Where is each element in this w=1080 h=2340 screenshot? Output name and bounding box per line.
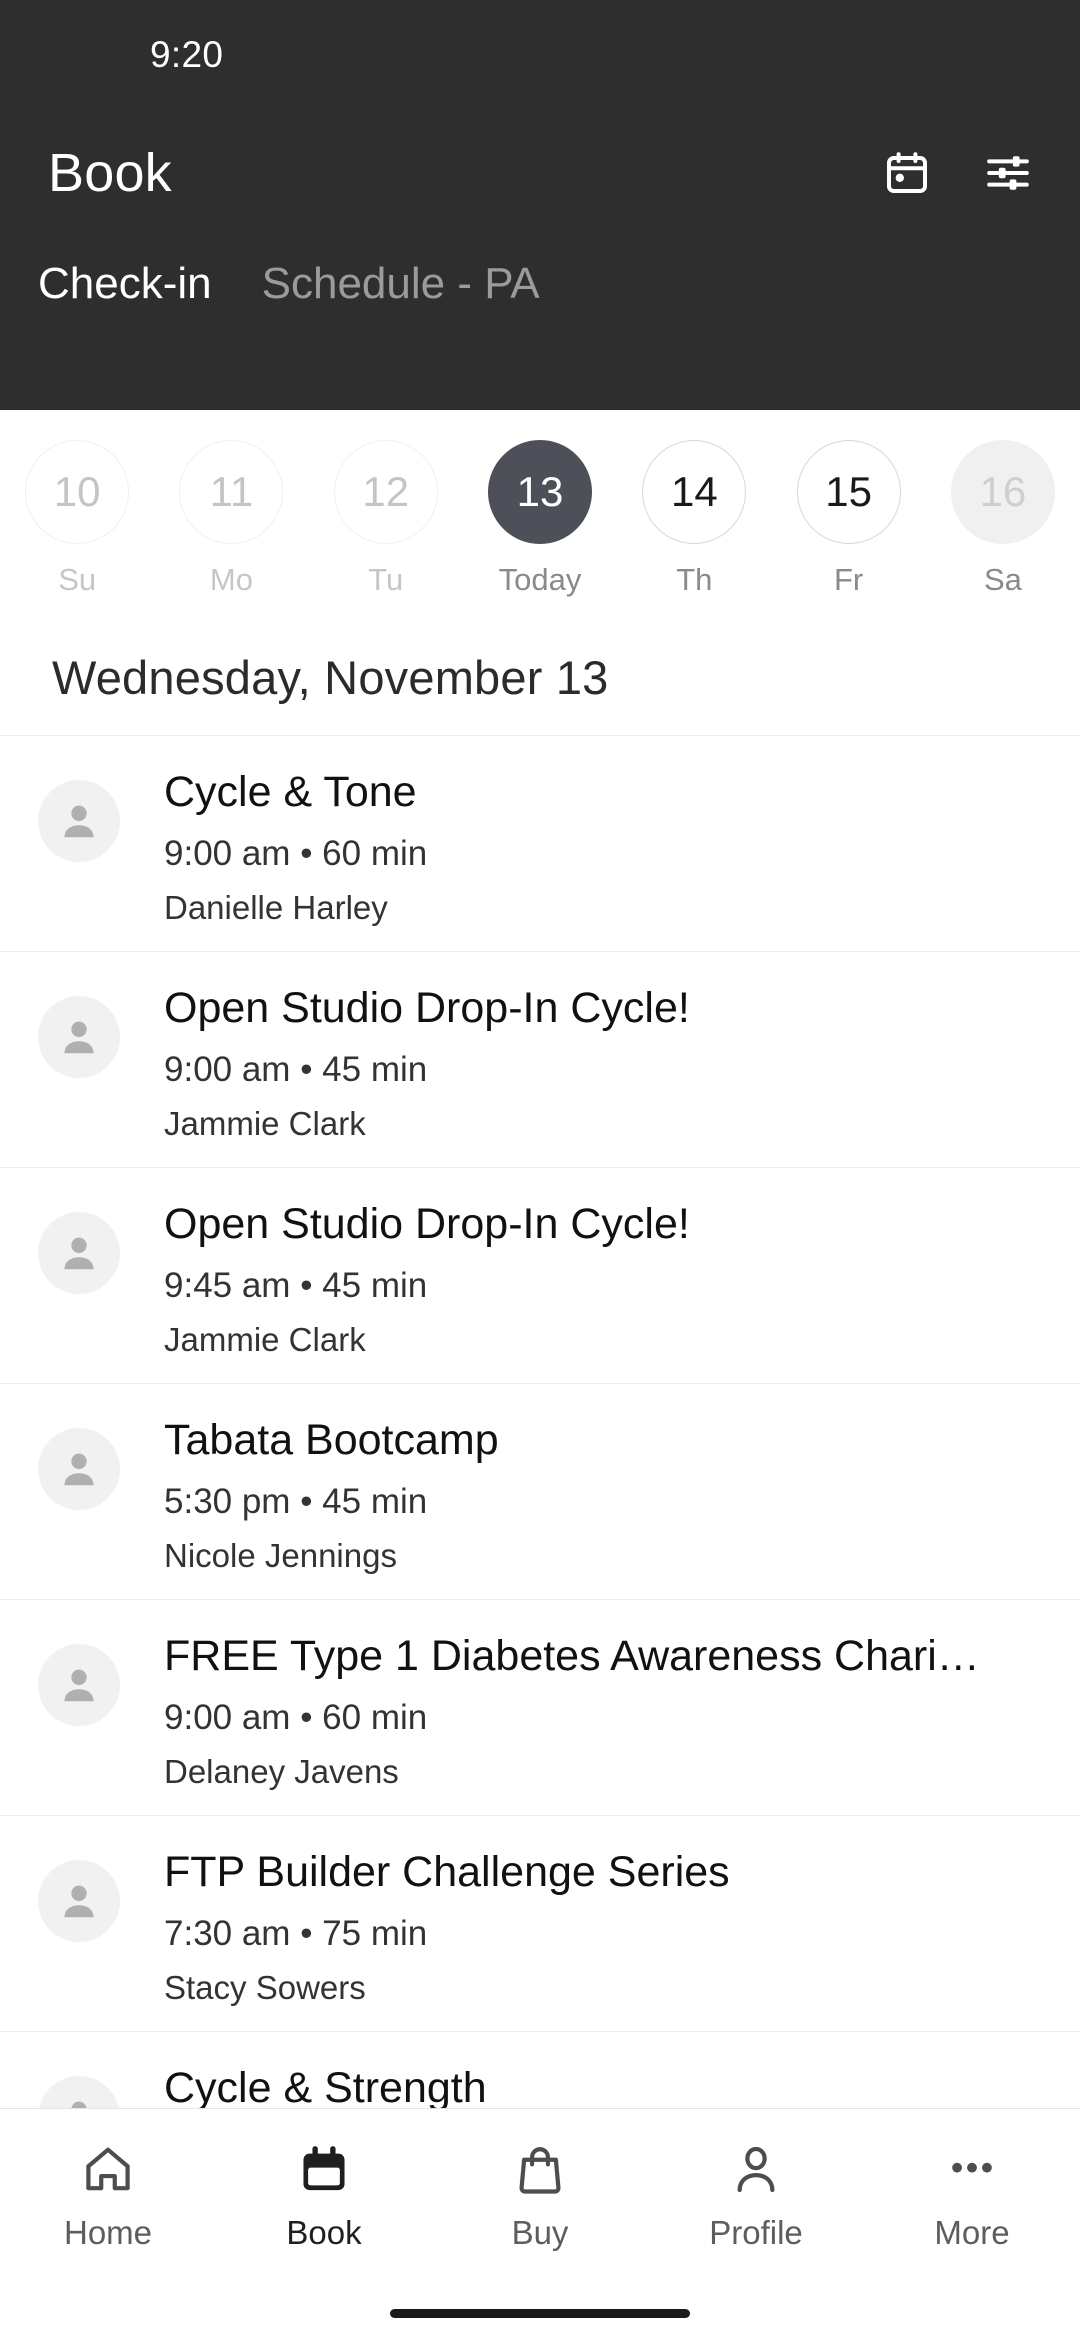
app-bar-actions	[879, 145, 1036, 201]
date-number: 15	[796, 440, 901, 544]
class-list-item[interactable]: FTP Builder Challenge Series 7:30 am • 7…	[0, 1816, 1080, 2032]
date-number: 10	[25, 440, 130, 544]
class-info: Open Studio Drop-In Cycle! 9:00 am • 45 …	[120, 982, 1080, 1143]
class-time-duration: 9:00 am • 60 min	[164, 834, 428, 874]
class-time-duration: 9:45 am • 45 min	[164, 1266, 428, 1306]
class-title: Cycle & Tone	[164, 768, 417, 816]
nav-label: Book	[286, 2214, 362, 2251]
nav-item-profile[interactable]: Profile	[648, 2109, 864, 2340]
date-cell-11[interactable]: 11 Mo	[154, 440, 308, 598]
tab-schedule-pa[interactable]: Schedule - PA	[262, 259, 540, 343]
date-number: 11	[179, 440, 284, 544]
nav-label: Home	[63, 2214, 153, 2251]
class-time-duration: 9:00 am • 60 min	[164, 1698, 428, 1738]
date-cell-10[interactable]: 10 Su	[0, 440, 154, 598]
ellipsis-icon	[944, 2139, 1000, 2201]
class-instructor: Danielle Harley	[164, 889, 388, 927]
filter-icon[interactable]	[980, 145, 1036, 201]
class-time-duration: 5:30 pm • 45 min	[164, 1482, 428, 1522]
class-info: Cycle & Tone 9:00 am • 60 min Danielle H…	[120, 766, 1080, 927]
class-instructor: Jammie Clark	[164, 1321, 366, 1359]
class-info: Open Studio Drop-In Cycle! 9:45 am • 45 …	[120, 1198, 1080, 1359]
class-instructor: Nicole Jennings	[164, 1537, 397, 1575]
date-weekday: Tu	[368, 562, 404, 597]
class-list[interactable]: Cycle & Tone 9:00 am • 60 min Danielle H…	[0, 735, 1080, 2152]
class-title: Cycle & Strength	[164, 2064, 487, 2112]
date-cell-12[interactable]: 12 Tu	[309, 440, 463, 598]
date-weekday: Mo	[209, 562, 253, 597]
selected-date-heading: Wednesday, November 13	[52, 651, 609, 704]
person-icon	[728, 2139, 784, 2201]
avatar	[38, 1428, 120, 1510]
class-instructor: Jammie Clark	[164, 1105, 366, 1143]
date-cell-16[interactable]: 16 Sa	[926, 440, 1080, 598]
class-list-item[interactable]: Open Studio Drop-In Cycle! 9:00 am • 45 …	[0, 952, 1080, 1168]
class-list-item[interactable]: Tabata Bootcamp 5:30 pm • 45 min Nicole …	[0, 1384, 1080, 1600]
date-number: 16	[950, 440, 1055, 544]
app-screen: 9:20 Book Check-in Schedule - PA 10 Su 1…	[0, 0, 1080, 2340]
header-tabs: Check-in Schedule - PA	[0, 235, 1080, 343]
class-instructor: Delaney Javens	[164, 1753, 399, 1791]
date-strip[interactable]: 10 Su 11 Mo 12 Tu 13 Today 14 Th 15 Fr 1…	[0, 410, 1080, 608]
tab-check-in[interactable]: Check-in	[38, 259, 212, 343]
class-title: FREE Type 1 Diabetes Awareness Chari…	[164, 1632, 980, 1680]
date-weekday: Today	[498, 562, 582, 597]
class-time-duration: 7:30 am • 75 min	[164, 1914, 428, 1954]
date-cell-14[interactable]: 14 Th	[617, 440, 771, 598]
class-info: FREE Type 1 Diabetes Awareness Chari… 9:…	[120, 1630, 1080, 1791]
class-list-item[interactable]: Open Studio Drop-In Cycle! 9:45 am • 45 …	[0, 1168, 1080, 1384]
date-number: 13	[488, 440, 593, 544]
class-list-item[interactable]: Cycle & Tone 9:00 am • 60 min Danielle H…	[0, 736, 1080, 952]
class-instructor: Stacy Sowers	[164, 1969, 366, 2007]
nav-item-home[interactable]: Home	[0, 2109, 216, 2340]
date-cell-15[interactable]: 15 Fr	[771, 440, 925, 598]
date-number: 12	[333, 440, 438, 544]
class-list-item[interactable]: FREE Type 1 Diabetes Awareness Chari… 9:…	[0, 1600, 1080, 1816]
class-info: FTP Builder Challenge Series 7:30 am • 7…	[120, 1846, 1080, 2007]
home-icon	[80, 2139, 136, 2201]
class-title: Tabata Bootcamp	[164, 1416, 499, 1464]
date-weekday: Sa	[983, 562, 1022, 597]
avatar	[38, 1860, 120, 1942]
date-weekday: Su	[58, 562, 97, 597]
date-weekday: Th	[676, 562, 713, 597]
date-weekday: Fr	[834, 562, 864, 597]
avatar	[38, 996, 120, 1078]
class-title: FTP Builder Challenge Series	[164, 1848, 730, 1896]
bottom-navigation: Home Book Buy Profile More	[0, 2108, 1080, 2340]
class-title: Open Studio Drop-In Cycle!	[164, 1200, 690, 1248]
nav-label: Buy	[511, 2214, 569, 2251]
shopping-bag-icon	[512, 2139, 568, 2201]
avatar	[38, 1644, 120, 1726]
calendar-icon	[296, 2139, 352, 2201]
status-bar: 9:20	[0, 0, 1080, 110]
date-cell-13-today[interactable]: 13 Today	[463, 440, 617, 598]
class-info: Cycle & Strength	[120, 2062, 1080, 2114]
class-title: Open Studio Drop-In Cycle!	[164, 984, 690, 1032]
app-header: 9:20 Book Check-in Schedule - PA	[0, 0, 1080, 410]
nav-item-more[interactable]: More	[864, 2109, 1080, 2340]
nav-item-book[interactable]: Book	[216, 2109, 432, 2340]
status-bar-time: 9:20	[150, 34, 224, 75]
avatar	[38, 780, 120, 862]
nav-item-buy[interactable]: Buy	[432, 2109, 648, 2340]
page-title: Book	[48, 142, 172, 203]
home-indicator	[390, 2309, 690, 2318]
calendar-icon[interactable]	[879, 145, 935, 201]
class-time-duration: 9:00 am • 45 min	[164, 1050, 428, 1090]
app-bar: Book	[0, 110, 1080, 235]
date-number: 14	[642, 440, 747, 544]
nav-label: Profile	[709, 2214, 803, 2251]
nav-label: More	[934, 2214, 1010, 2251]
class-info: Tabata Bootcamp 5:30 pm • 45 min Nicole …	[120, 1414, 1080, 1575]
avatar	[38, 1212, 120, 1294]
